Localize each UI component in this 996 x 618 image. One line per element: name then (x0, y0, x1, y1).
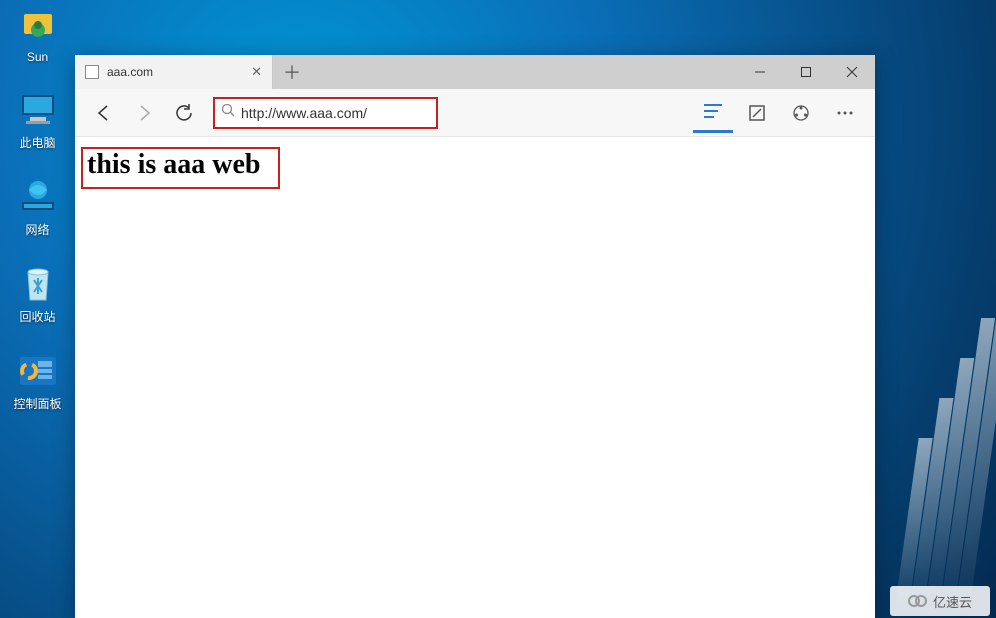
desktop-icon-label: 回收站 (19, 308, 55, 325)
desktop-icon-label: 控制面板 (13, 395, 61, 412)
toolbar (75, 89, 875, 137)
page-heading: this is aaa web (87, 149, 260, 181)
favicon-icon (85, 65, 99, 79)
desktop-icon-control-panel[interactable]: 控制面板 (0, 351, 75, 412)
recycle-bin-icon (18, 264, 58, 304)
network-icon (18, 177, 58, 217)
new-tab-button[interactable]: ＋ (273, 55, 311, 89)
browser-window: aaa.com ✕ ＋ (75, 55, 875, 618)
watermark-logo-icon (908, 595, 927, 607)
close-icon (846, 66, 858, 78)
control-panel-icon (18, 351, 58, 391)
more-button[interactable] (825, 94, 865, 132)
address-bar[interactable] (213, 97, 438, 129)
address-bar-area (213, 97, 683, 129)
heading-highlight-box: this is aaa web (81, 147, 280, 189)
forward-button[interactable] (125, 94, 163, 132)
toolbar-right (693, 92, 865, 133)
page-content: this is aaa web (75, 137, 875, 618)
wallpaper-light-bars (876, 238, 996, 618)
watermark: 亿速云 (890, 586, 990, 616)
desktop-icon-label: 此电脑 (19, 134, 55, 151)
close-window-button[interactable] (829, 55, 875, 89)
tab-title: aaa.com (107, 65, 243, 79)
desktop-icon-recycle-bin[interactable]: 回收站 (0, 264, 75, 325)
back-button[interactable] (85, 94, 123, 132)
watermark-text: 亿速云 (933, 592, 972, 611)
user-icon (18, 6, 58, 46)
share-button[interactable] (781, 94, 821, 132)
note-icon (747, 103, 767, 123)
refresh-button[interactable] (165, 94, 203, 132)
arrow-right-icon (134, 103, 154, 123)
reading-list-icon (702, 102, 724, 120)
tab-bar: aaa.com ✕ ＋ (75, 55, 875, 89)
search-icon (221, 103, 235, 122)
arrow-left-icon (94, 103, 114, 123)
maximize-button[interactable] (783, 55, 829, 89)
minimize-button[interactable] (737, 55, 783, 89)
desktop-icon-this-pc[interactable]: 此电脑 (0, 90, 75, 151)
more-icon (835, 103, 855, 123)
url-input[interactable] (241, 105, 428, 121)
desktop: Sun 此电脑 网络 (0, 0, 75, 438)
desktop-icon-label: Sun (27, 50, 48, 64)
this-pc-icon (18, 90, 58, 130)
desktop-icon-network[interactable]: 网络 (0, 177, 75, 238)
reading-view-button[interactable] (693, 92, 733, 133)
share-icon (791, 103, 811, 123)
maximize-icon (800, 66, 812, 78)
desktop-icon-user[interactable]: Sun (0, 6, 75, 64)
desktop-icon-label: 网络 (25, 221, 49, 238)
close-tab-button[interactable]: ✕ (251, 64, 262, 80)
minimize-icon (754, 66, 766, 78)
tab-active[interactable]: aaa.com ✕ (75, 55, 273, 89)
notes-button[interactable] (737, 94, 777, 132)
refresh-icon (174, 103, 194, 123)
window-controls (737, 55, 875, 89)
